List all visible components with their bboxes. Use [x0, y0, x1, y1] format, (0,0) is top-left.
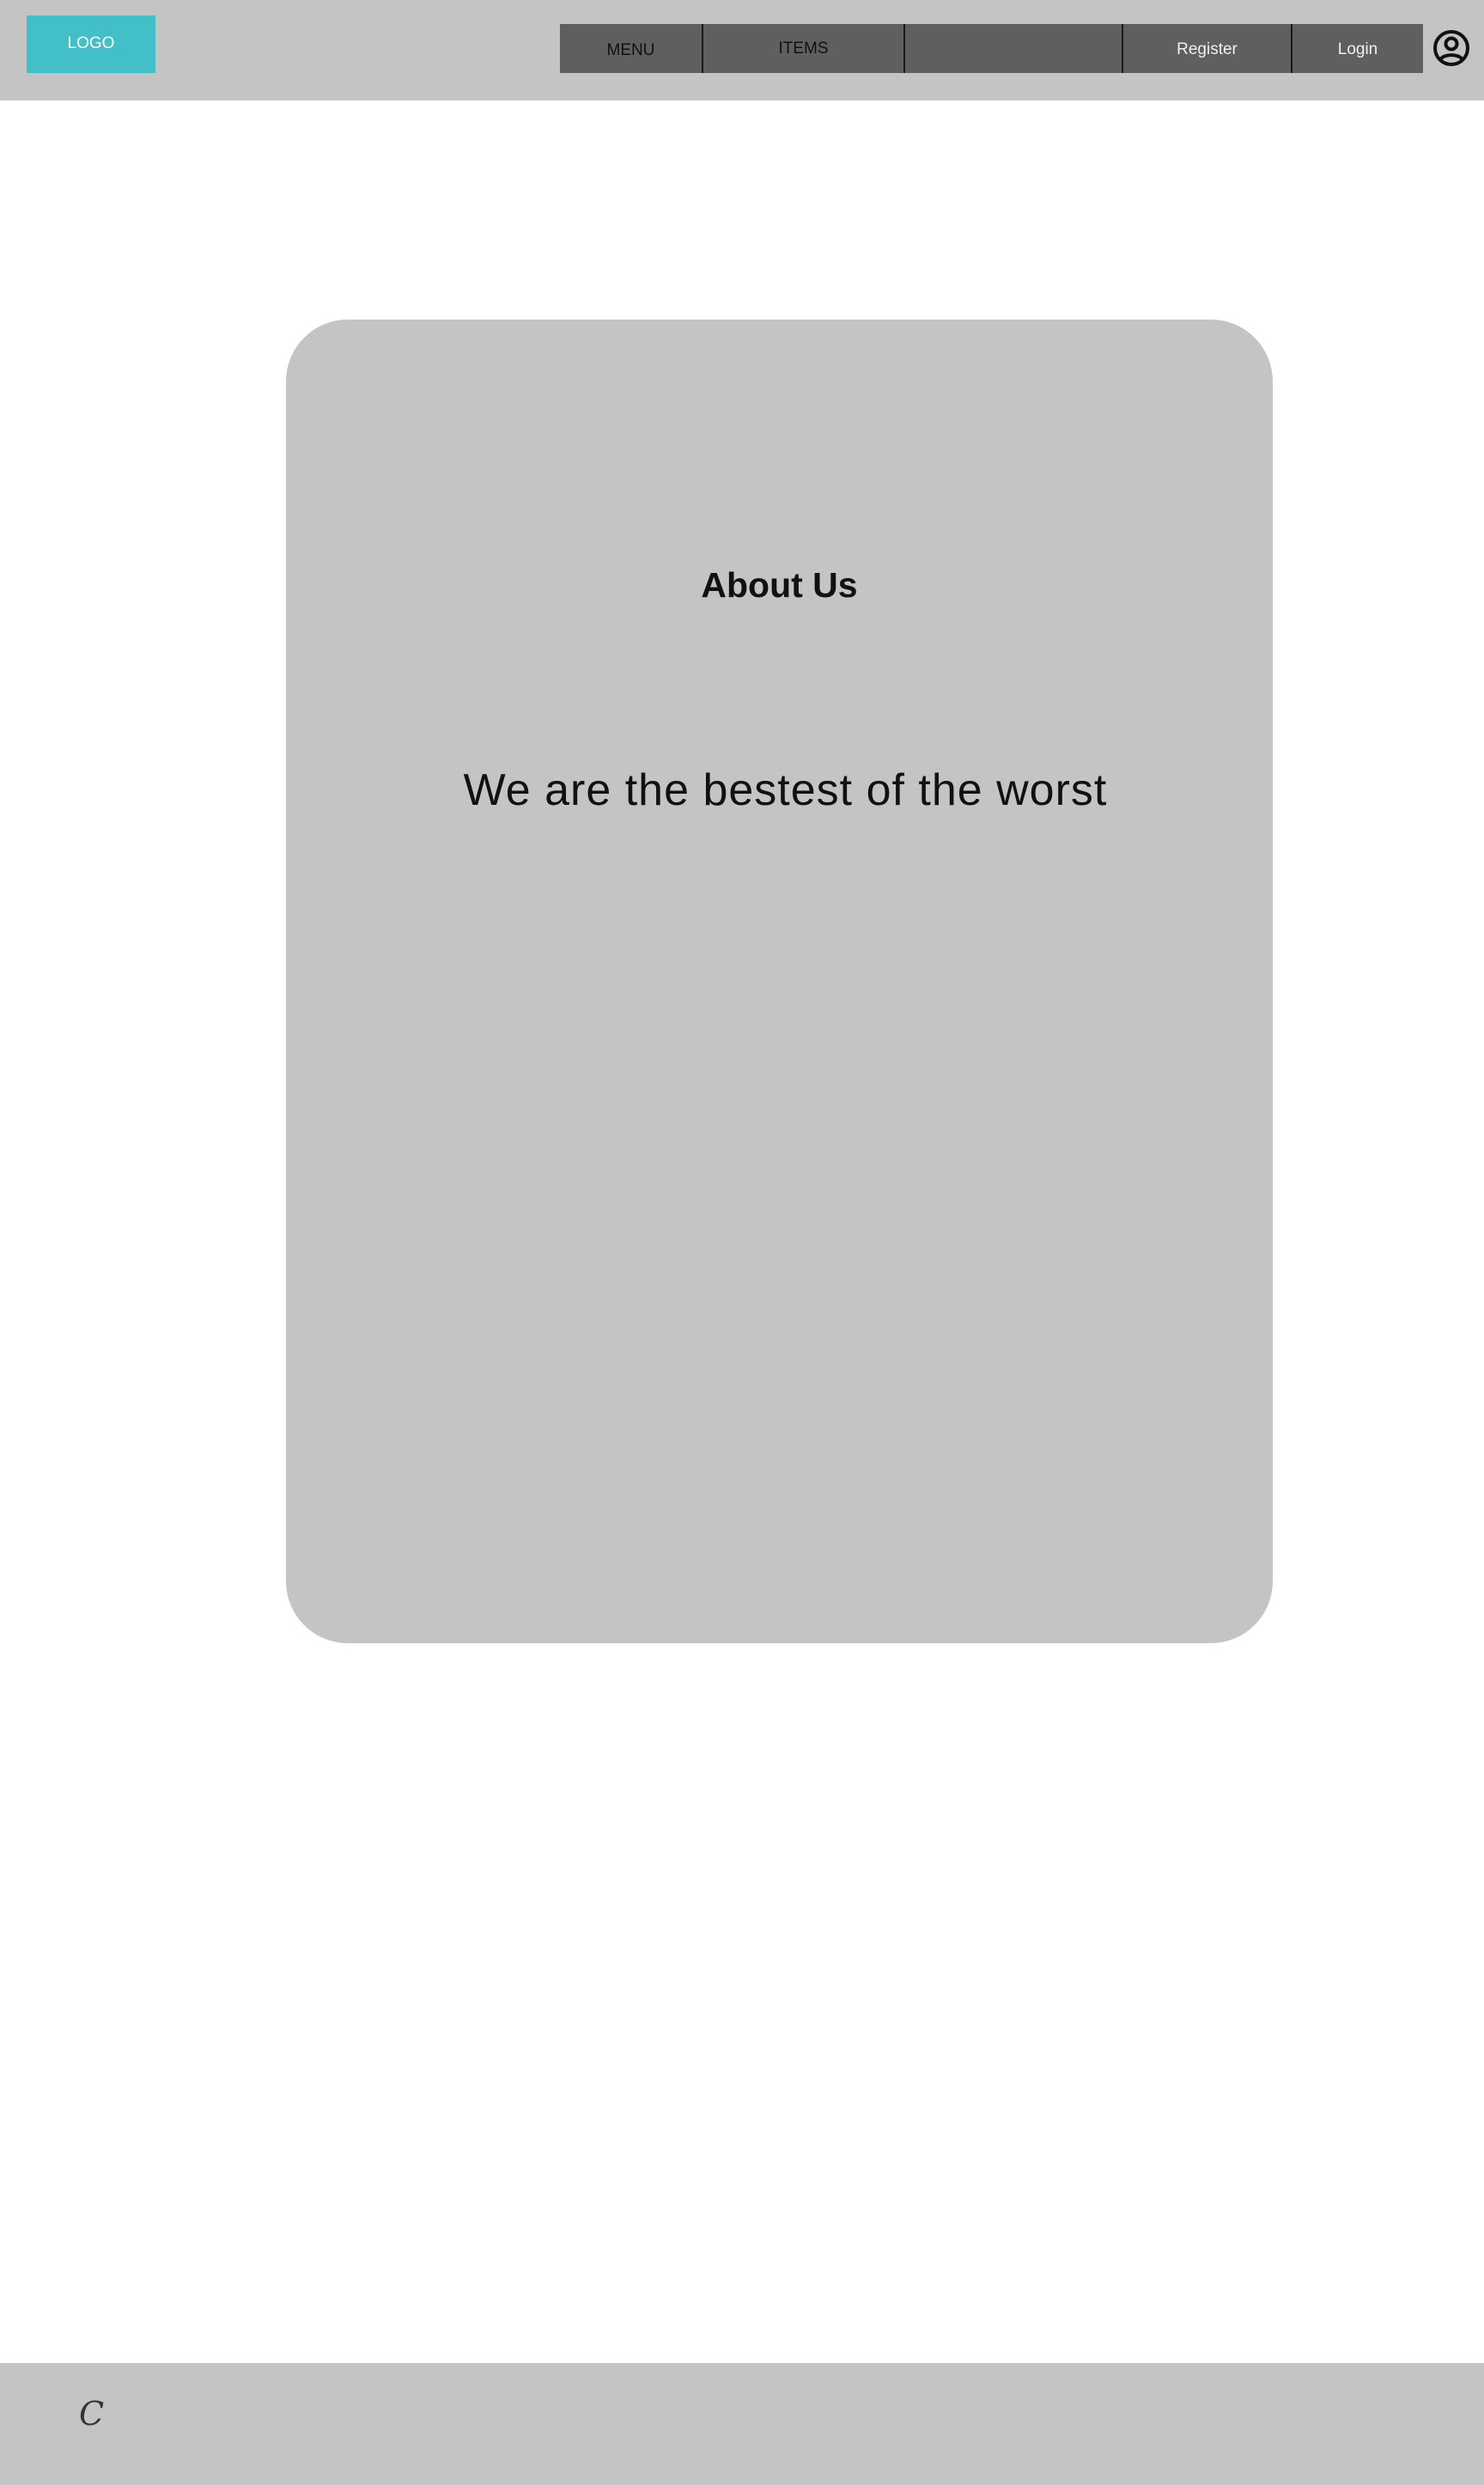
- footer-bar: C: [0, 2363, 1484, 2485]
- login-label: Login: [1337, 40, 1378, 58]
- login-button[interactable]: Login: [1292, 24, 1423, 73]
- footer-mark: C: [79, 2395, 105, 2433]
- register-label: Register: [1177, 40, 1238, 58]
- about-card: About Us We are the bestest of the worst: [286, 320, 1273, 1643]
- header-bar: LOGO MENU ITEMS Register Login: [0, 0, 1484, 100]
- register-button[interactable]: Register: [1123, 24, 1292, 73]
- nav-items-label: ITEMS: [778, 39, 829, 58]
- account-circle-icon[interactable]: [1432, 29, 1470, 67]
- main-nav: MENU ITEMS Register Login: [560, 24, 1423, 73]
- logo[interactable]: LOGO: [27, 15, 155, 73]
- logo-label: LOGO: [67, 34, 115, 52]
- page-title: About Us: [701, 565, 858, 605]
- nav-menu-label: MENU: [606, 40, 655, 59]
- nav-items-button[interactable]: ITEMS: [703, 24, 905, 73]
- nav-blank-button[interactable]: [905, 24, 1123, 73]
- nav-menu-button[interactable]: MENU: [560, 24, 703, 73]
- about-text: We are the bestest of the worst: [463, 765, 1108, 815]
